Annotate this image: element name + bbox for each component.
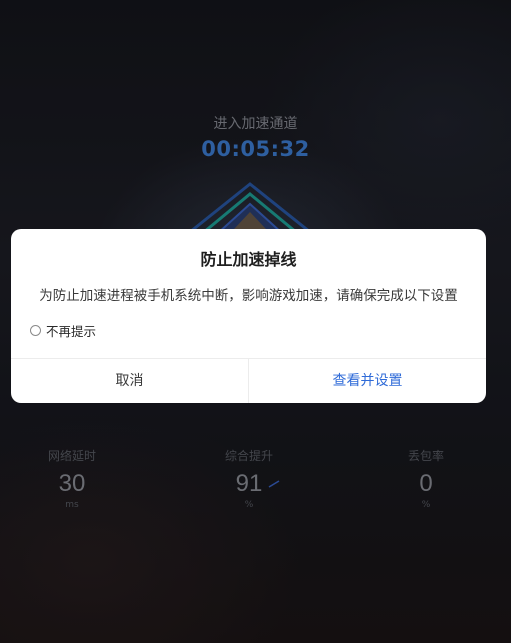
dialog-message: 为防止加速进程被手机系统中断，影响游戏加速，请确保完成以下设置 <box>39 288 458 304</box>
prevent-disconnect-dialog: 防止加速掉线 为防止加速进程被手机系统中断，影响游戏加速，请确保完成以下设置 不… <box>11 229 486 403</box>
dont-show-again-option[interactable]: 不再提示 <box>30 321 96 340</box>
view-and-set-button[interactable]: 查看并设置 <box>249 359 486 403</box>
dialog-title: 防止加速掉线 <box>200 250 297 269</box>
radio-unchecked-icon[interactable] <box>30 325 41 336</box>
cancel-button[interactable]: 取消 <box>11 359 248 403</box>
dont-show-again-label: 不再提示 <box>46 324 97 339</box>
